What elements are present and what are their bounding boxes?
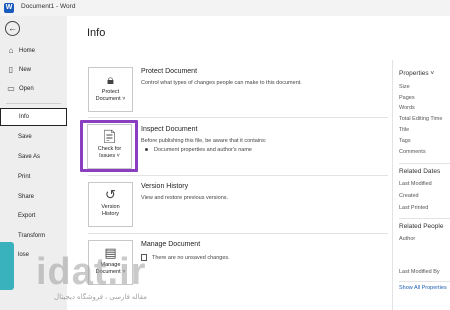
version-history-desc: View and restore previous versions. — [141, 195, 229, 201]
version-history-title: Version History — [141, 183, 189, 190]
back-arrow-icon[interactable]: ← — [5, 21, 20, 36]
manage-document-desc: There are no unsaved changes. — [141, 254, 230, 261]
folder-icon: ▭ — [7, 84, 15, 93]
sidebar-item-label: Open — [19, 86, 34, 92]
property-pages: Pages — [399, 95, 415, 101]
section-divider — [88, 117, 388, 118]
sidebar-item-label: Home — [19, 48, 36, 54]
button-label-line1: Version — [101, 204, 120, 210]
sidebar-item-label: Export — [18, 213, 36, 219]
panel-divider — [399, 281, 450, 282]
inspect-bullet: Document properties and author's name — [145, 147, 252, 153]
sidebar-item-save-as[interactable]: Save As — [0, 149, 67, 167]
panel-divider — [399, 218, 450, 219]
sidebar-item-home[interactable]: ⌂ Home — [0, 43, 67, 61]
protect-document-desc: Control what types of changes people can… — [141, 80, 302, 86]
button-label-line1: Protect — [101, 89, 120, 95]
watermark-subtitle: مقاله فارسی ، فروشگاه دیجیتال — [54, 294, 148, 301]
property-editing-time: Total Editing Time — [399, 116, 443, 122]
property-words: Words — [399, 105, 415, 111]
sidebar-item-label: Save — [18, 134, 32, 140]
people-last-modified-by: Last Modified By — [399, 269, 440, 275]
lock-icon: 🔒︎ — [107, 72, 114, 87]
highlight-box — [80, 120, 138, 172]
protect-document-title: Protect Document — [141, 68, 198, 75]
property-size: Size — [399, 84, 410, 90]
button-label-line2: Document ˅ — [95, 96, 126, 102]
sidebar-item-print[interactable]: Print — [0, 169, 67, 187]
inspect-document-desc: Before publishing this file, be aware th… — [141, 138, 267, 144]
people-author: Author — [399, 236, 416, 242]
sidebar-item-label: Print — [18, 174, 31, 180]
sidebar-divider — [6, 103, 61, 104]
related-dates-heading: Related Dates — [399, 168, 441, 175]
panel-divider — [392, 60, 393, 310]
sidebar-item-export[interactable]: Export — [0, 208, 67, 226]
property-comments[interactable]: Comments — [399, 149, 426, 155]
sidebar-item-label: lose — [18, 252, 30, 258]
sidebar-item-new[interactable]: ▯ New — [0, 62, 67, 80]
section-divider — [88, 175, 388, 176]
bullet-text: Document properties and author's name — [154, 147, 252, 153]
sidebar-item-label: Share — [18, 194, 35, 200]
show-all-properties-link[interactable]: Show All Properties — [399, 285, 447, 291]
word-icon: W — [4, 3, 14, 13]
properties-dropdown[interactable]: Properties ˅ — [399, 70, 434, 77]
watermark-text: idat.ir — [36, 251, 147, 293]
date-created: Created — [399, 193, 419, 199]
sidebar-item-open[interactable]: ▭ Open — [0, 81, 67, 99]
history-icon: ↺ — [105, 187, 116, 202]
property-title[interactable]: Title — [399, 127, 409, 133]
watermark-logo — [0, 242, 14, 290]
sidebar-item-share[interactable]: Share — [0, 189, 67, 207]
sidebar-item-label: New — [19, 67, 32, 73]
sidebar-item-label: Save As — [18, 154, 41, 160]
section-divider — [88, 233, 388, 234]
sidebar-item-label: Transform — [18, 233, 46, 239]
related-people-heading: Related People — [399, 223, 444, 230]
button-label-line2: History — [101, 211, 120, 217]
page-title: Info — [87, 27, 106, 39]
bullet-dot — [145, 148, 148, 152]
property-tags[interactable]: Tags — [399, 138, 411, 144]
window-title: Document1 - Word — [21, 3, 76, 10]
inspect-document-title: Inspect Document — [141, 126, 198, 133]
new-document-icon: ▯ — [8, 65, 14, 74]
manage-document-desc-text: There are no unsaved changes. — [152, 254, 230, 261]
protect-document-button[interactable]: 🔒︎ Protect Document ˅ — [88, 67, 133, 112]
version-history-button[interactable]: ↺ Version History — [88, 182, 133, 227]
date-last-modified: Last Modified — [399, 181, 432, 187]
title-bar: W Document1 - Word — [0, 0, 450, 16]
manage-document-title: Manage Document — [141, 241, 201, 248]
date-last-printed: Last Printed — [399, 205, 429, 211]
sidebar-item-save[interactable]: Save — [0, 129, 67, 147]
sidebar-item-label: Info — [19, 114, 30, 120]
panel-divider — [399, 163, 450, 164]
sidebar-item-info[interactable]: Info — [0, 108, 67, 126]
home-icon: ⌂ — [8, 46, 14, 55]
